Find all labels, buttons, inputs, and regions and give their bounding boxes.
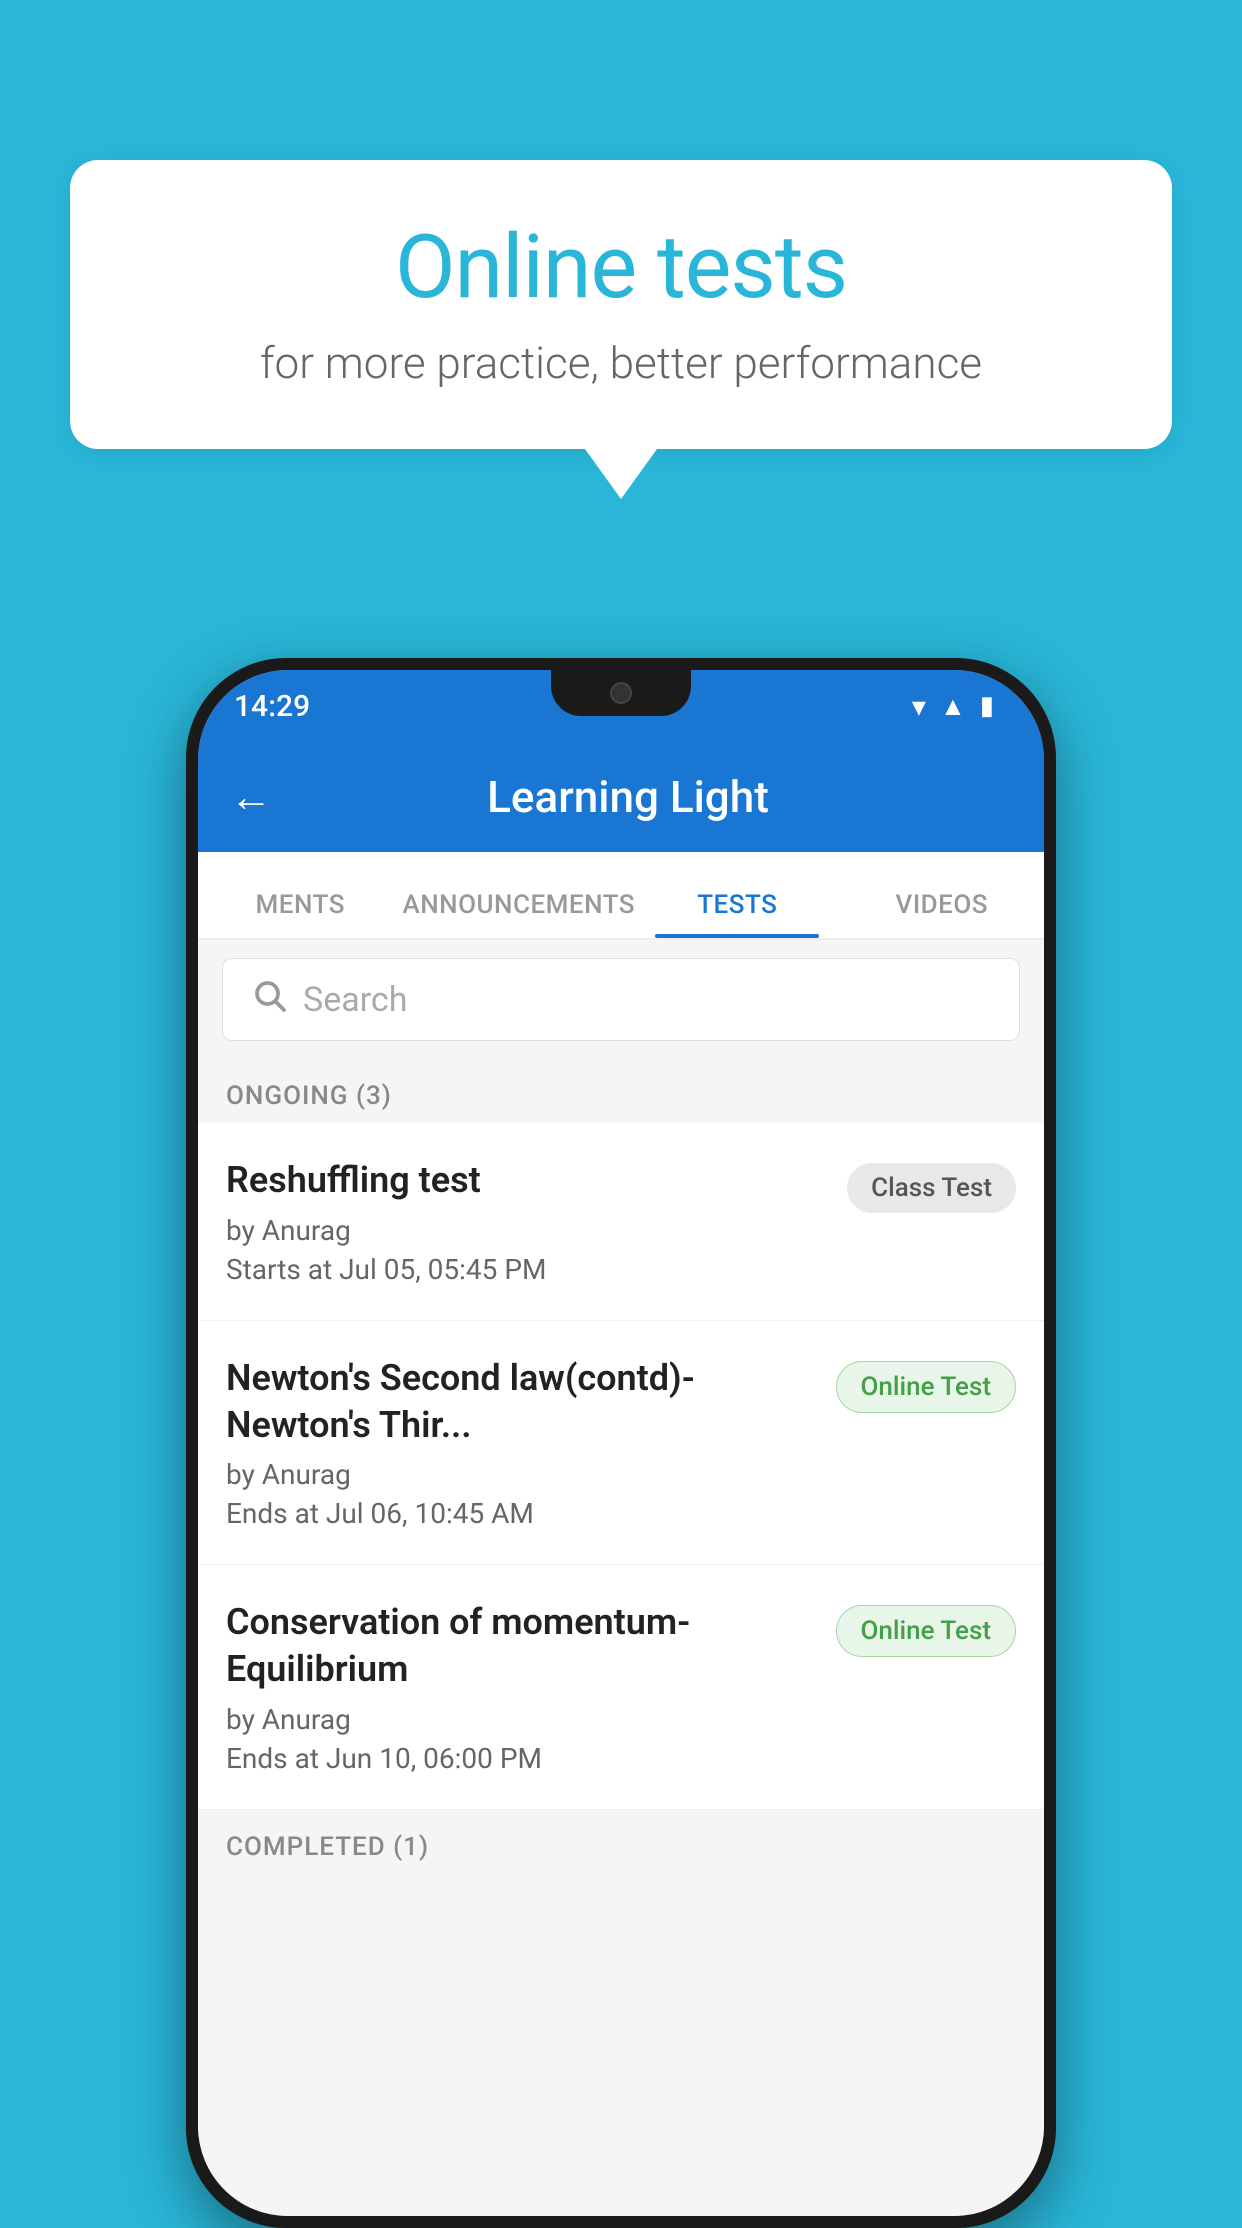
test-author: by Anurag xyxy=(226,1458,816,1491)
test-badge-online: Online Test xyxy=(836,1605,1017,1657)
wifi-icon: ▾ xyxy=(912,690,926,723)
test-name: Newton's Second law(contd)-Newton's Thir… xyxy=(226,1355,816,1449)
speech-bubble-container: Online tests for more practice, better p… xyxy=(70,160,1172,499)
test-author: by Anurag xyxy=(226,1703,816,1736)
speech-bubble: Online tests for more practice, better p… xyxy=(70,160,1172,449)
test-item[interactable]: Conservation of momentum-Equilibrium by … xyxy=(198,1565,1044,1810)
test-item[interactable]: Reshuffling test by Anurag Starts at Jul… xyxy=(198,1123,1044,1321)
speech-bubble-title: Online tests xyxy=(150,220,1092,317)
test-badge-online: Online Test xyxy=(836,1361,1017,1413)
test-info: Newton's Second law(contd)-Newton's Thir… xyxy=(226,1355,816,1531)
notch xyxy=(551,670,691,716)
test-info: Conservation of momentum-Equilibrium by … xyxy=(226,1599,816,1775)
screen-content: Search ONGOING (3) Reshuffling test by A… xyxy=(198,940,1044,2216)
back-button[interactable]: ← xyxy=(230,773,272,822)
test-time: Ends at Jun 10, 06:00 PM xyxy=(226,1742,816,1775)
app-bar: ← Learning Light xyxy=(198,742,1044,852)
app-bar-title: Learning Light xyxy=(304,771,952,823)
test-info: Reshuffling test by Anurag Starts at Jul… xyxy=(226,1157,827,1286)
completed-section-header: COMPLETED (1) xyxy=(198,1810,1044,1874)
test-author: by Anurag xyxy=(226,1214,827,1247)
search-container: Search xyxy=(198,940,1044,1059)
ongoing-section-header: ONGOING (3) xyxy=(198,1059,1044,1123)
status-icons: ▾ ▲ ▮ xyxy=(912,690,994,723)
phone-frame: 14:29 ▾ ▲ ▮ ← Learning Light MENTS ANNOU… xyxy=(186,658,1056,2228)
tab-tests[interactable]: TESTS xyxy=(635,890,839,938)
signal-icon: ▲ xyxy=(940,691,966,722)
search-icon xyxy=(251,977,287,1022)
test-name: Reshuffling test xyxy=(226,1157,827,1204)
test-time: Starts at Jul 05, 05:45 PM xyxy=(226,1253,827,1286)
test-list: Reshuffling test by Anurag Starts at Jul… xyxy=(198,1123,1044,1810)
status-bar: 14:29 ▾ ▲ ▮ xyxy=(198,670,1044,742)
status-time: 14:29 xyxy=(234,689,310,724)
tabs-container: MENTS ANNOUNCEMENTS TESTS VIDEOS xyxy=(198,852,1044,940)
test-item[interactable]: Newton's Second law(contd)-Newton's Thir… xyxy=(198,1321,1044,1566)
phone-screen: 14:29 ▾ ▲ ▮ ← Learning Light MENTS ANNOU… xyxy=(198,670,1044,2216)
tab-ments[interactable]: MENTS xyxy=(198,890,402,938)
search-placeholder: Search xyxy=(303,980,407,1020)
tab-announcements[interactable]: ANNOUNCEMENTS xyxy=(402,890,635,938)
tab-videos[interactable]: VIDEOS xyxy=(840,890,1044,938)
speech-bubble-subtitle: for more practice, better performance xyxy=(150,337,1092,389)
battery-icon: ▮ xyxy=(980,691,994,721)
test-badge-class: Class Test xyxy=(847,1163,1016,1213)
test-name: Conservation of momentum-Equilibrium xyxy=(226,1599,816,1693)
speech-bubble-pointer xyxy=(585,449,657,499)
notch-camera xyxy=(610,682,632,704)
search-bar[interactable]: Search xyxy=(222,958,1020,1041)
test-time: Ends at Jul 06, 10:45 AM xyxy=(226,1497,816,1530)
